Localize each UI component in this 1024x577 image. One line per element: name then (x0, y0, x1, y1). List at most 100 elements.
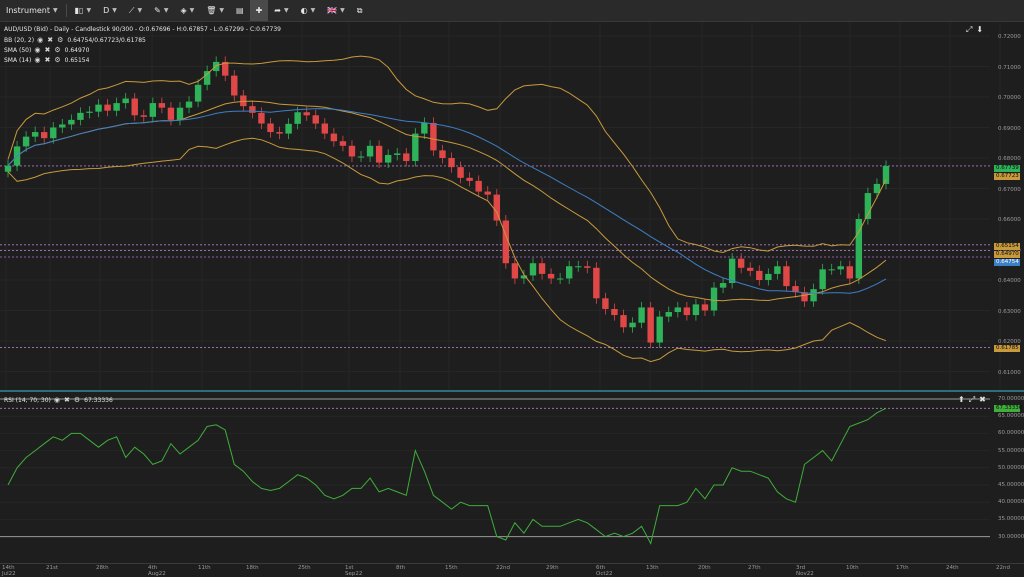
main-chart-controls: ⤢ ⬇ (966, 25, 983, 35)
time-tick-month: Aug22 (148, 571, 166, 577)
time-tick-label: 15th (445, 565, 458, 571)
time-tick-label: 27th (748, 565, 761, 571)
time-tick-label: 28th (96, 565, 109, 571)
rsi-tick-label: 35.00000 (998, 516, 1024, 523)
chart-type-menu[interactable]: ▮▯ ▼ (69, 0, 97, 21)
expand-icon[interactable]: ⤢ (966, 25, 972, 35)
time-tick-label: 21st (46, 565, 58, 571)
bullish-candle (873, 183, 881, 194)
language-menu[interactable]: 🇬🇧 ▼ (321, 0, 351, 21)
pencil-icon: ✎ (154, 6, 161, 15)
share-menu[interactable]: ➦ ▼ (268, 0, 294, 21)
layers-menu[interactable]: ◈ ▼ (174, 0, 200, 21)
bullish-candle (556, 278, 564, 280)
bullish-candle (819, 269, 826, 290)
rsi-chart-svg (0, 398, 990, 545)
sma14-legend: SMA (14) ◉ ✖ ⚙ 0.65154 (4, 56, 89, 64)
close-icon[interactable]: ✖ (979, 395, 986, 405)
bearish-candle (611, 308, 618, 316)
visibility-icon[interactable]: ◉ (34, 56, 41, 64)
chevron-down-icon: ▼ (112, 7, 117, 14)
uk-flag-icon: 🇬🇧 (327, 6, 338, 15)
sma50-value: 0.64970 (64, 46, 90, 54)
close-icon[interactable]: ✖ (47, 36, 54, 44)
time-tick-label: 1st Sep22 (345, 565, 362, 577)
timeframe-menu[interactable]: D ▼ (97, 0, 123, 21)
price-tick-label: 0.63000 (998, 308, 1021, 315)
time-tick-label: 24th (946, 565, 959, 571)
time-axis: 14th Jul22 21st 28th 4th Aug22 11th 18th 25th 1st… (0, 563, 1024, 577)
layout-icon: ▤ (236, 6, 244, 15)
bullish-candle (421, 122, 428, 134)
palette-icon: ◐ (300, 6, 308, 15)
bearish-candle (312, 115, 319, 124)
drawing-tools-menu[interactable]: ⟋ ▼ (123, 0, 148, 21)
arrow-down-icon[interactable]: ⬇ (976, 25, 983, 35)
gear-icon[interactable]: ⚙ (57, 36, 64, 44)
layout-button[interactable]: ▤ (230, 0, 250, 21)
close-icon[interactable]: ✖ (44, 56, 51, 64)
rsi-value-badge: 67.33336 (994, 405, 1023, 412)
popout-button[interactable]: ⧉ (351, 0, 369, 21)
delete-menu[interactable]: 🗑 ▼ (200, 0, 230, 21)
bearish-candle (403, 153, 410, 162)
time-tick-day: 24th (946, 565, 959, 571)
bearish-candle (475, 180, 482, 192)
bullish-candle (366, 145, 374, 157)
crosshair-button[interactable]: ✚ (249, 0, 269, 21)
gear-icon[interactable]: ⚙ (54, 46, 61, 54)
bullish-candle (828, 269, 835, 271)
rsi-chart[interactable]: RSI (14, 70, 30) ◉ ✖ ⚙ 67.33336 ⬆ ⤢ ✖ 70… (0, 393, 1024, 563)
bullish-candle (176, 107, 184, 120)
chevron-down-icon: ▼ (163, 7, 169, 14)
close-icon[interactable]: ✖ (64, 396, 71, 404)
bullish-candle (674, 307, 682, 313)
gear-icon[interactable]: ⚙ (74, 396, 81, 404)
bb-values: 0.64754/0.67723/0.61785 (67, 36, 146, 44)
annotation-menu[interactable]: ✎ ▼ (148, 0, 174, 21)
bearish-candle (547, 273, 555, 279)
time-tick-label: 14th Jul22 (2, 565, 16, 577)
time-tick-label: 22nd (996, 565, 1010, 571)
bullish-candle (149, 103, 157, 117)
share-icon: ➦ (274, 6, 281, 15)
bullish-candle (765, 273, 772, 280)
bearish-candle (41, 132, 48, 139)
chevron-down-icon: ▼ (137, 7, 143, 14)
instrument-menu[interactable]: Instrument ▼ (0, 0, 64, 21)
time-tick-day: 21st (46, 565, 59, 571)
bearish-candle (620, 315, 627, 328)
time-tick-label: 4th Aug22 (148, 565, 166, 577)
time-tick-day: 18th (246, 565, 259, 571)
sma14-value: 0.65154 (64, 56, 90, 64)
arrow-up-icon[interactable]: ⬆ (958, 395, 965, 405)
sma50-line (7, 108, 887, 294)
bullish-candle (665, 312, 672, 317)
bearish-candle (276, 132, 283, 134)
close-icon[interactable]: ✖ (44, 46, 51, 54)
bullish-candle (294, 112, 301, 124)
theme-menu[interactable]: ◐ ▼ (295, 0, 322, 21)
rsi-legend: RSI (14, 70, 30) ◉ ✖ ⚙ 67.33336 (4, 396, 113, 404)
visibility-icon[interactable]: ◉ (34, 46, 41, 54)
visibility-icon[interactable]: ◉ (37, 36, 44, 44)
bullish-candle (50, 127, 57, 139)
rsi-line (7, 407, 887, 545)
rsi-tick-label: 45.00000 (998, 482, 1024, 488)
bearish-candle (348, 145, 356, 157)
bb-lower-badge: 0.61785 (994, 345, 1020, 352)
expand-icon[interactable]: ⤢ (969, 395, 975, 405)
bearish-candle (457, 167, 464, 178)
time-tick-label: 17th (896, 565, 909, 571)
bullish-candle (95, 104, 102, 112)
line-tool-icon: ⟋ (128, 5, 135, 15)
gear-icon[interactable]: ⚙ (54, 56, 61, 64)
chart-title-legend: AUD/USD (Bid) - Daily - Candlestick 90/3… (4, 26, 281, 33)
time-tick-day: 29th (546, 565, 559, 571)
price-tick-label: 0.66000 (998, 217, 1021, 223)
pane-divider[interactable] (0, 390, 1024, 392)
bullish-candle (837, 266, 844, 270)
bullish-candle (412, 133, 419, 162)
visibility-icon[interactable]: ◉ (54, 396, 61, 404)
price-chart[interactable]: AUD/USD (Bid) - Daily - Candlestick 90/3… (0, 22, 1024, 390)
